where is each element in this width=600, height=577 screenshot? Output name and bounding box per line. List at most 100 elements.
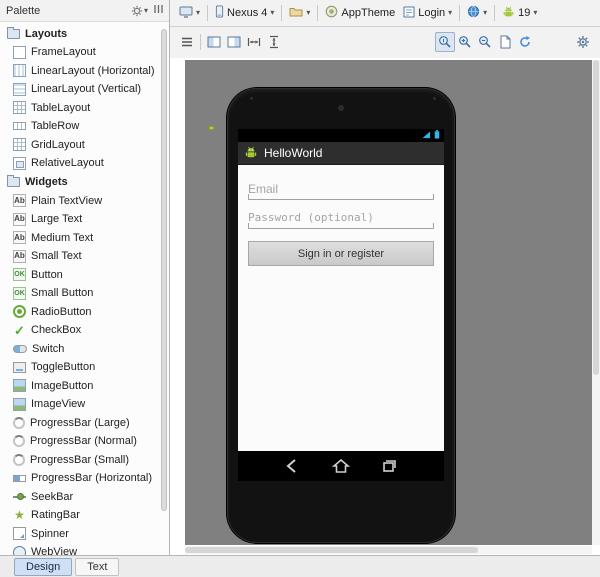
horizontal-scrollbar-thumb[interactable] [185,547,479,553]
palette-item-label: TableRow [31,120,80,133]
theme-selector-button[interactable]: AppTheme [321,3,399,23]
palette-item-label: FrameLayout [31,46,96,59]
palette-section-label: Widgets [25,176,68,188]
wifi-icon [422,130,431,142]
palette-item-small-text[interactable]: Small Text [0,247,161,266]
password-field[interactable]: Password (optional) [248,207,434,229]
palette-item-progressbar-small[interactable]: ProgressBar (Small) [0,451,161,470]
palette-scrollbar [161,24,168,553]
tab-design[interactable]: Design [14,557,73,576]
tablerow-icon [13,122,26,131]
palette-item-label: RadioButton [31,305,92,318]
palette-item-switch[interactable]: Switch [0,340,161,359]
button-icon [13,268,26,282]
palette-item-button[interactable]: Button [0,266,161,285]
zoom-out-icon[interactable] [475,32,495,52]
palette-item-label: Medium Text [31,231,94,244]
device-selector-button[interactable]: Nexus 4 ▾ [211,3,278,23]
palette-item-linearlayout-vertical[interactable]: LinearLayout (Vertical) [0,80,161,99]
palette-item-gridlayout[interactable]: GridLayout [0,136,161,155]
tab-text[interactable]: Text [75,557,120,576]
palette-item-label: Small Text [31,250,82,263]
palette-item-togglebutton[interactable]: ToggleButton [0,358,161,377]
device-config-button[interactable]: ▾ [175,4,204,23]
palette-item-label: ProgressBar (Large) [30,416,130,429]
device-config-icon [179,6,193,21]
checkbox-icon [13,324,26,337]
palette-item-imageview[interactable]: ImageView [0,395,161,414]
palette-item-linearlayout-horizontal[interactable]: LinearLayout (Horizontal) [0,62,161,81]
layout-lines-icon[interactable] [177,32,197,52]
palette-item-tablelayout[interactable]: TableLayout [0,99,161,118]
guide-marker [209,126,214,130]
device-frame: HelloWorld Email Password (optional) Sig… [227,88,455,543]
progressbar-horizontal-icon [13,474,26,482]
design-canvas[interactable]: HelloWorld Email Password (optional) Sig… [185,60,592,545]
hide-icon[interactable] [153,4,163,17]
relativelayout-icon [13,156,26,170]
api-level-button[interactable]: 19 ▾ [498,3,541,23]
palette-item-large-text[interactable]: Large Text [0,210,161,229]
theme-icon [325,5,338,21]
palette-item-label: Button [31,268,63,281]
palette-item-imagebutton[interactable]: ImageButton [0,377,161,396]
palette-item-tablerow[interactable]: TableRow [0,117,161,136]
designer-region: ▾ Nexus 4 ▾ ▾ AppTheme Login ▾ ▾ 19 ▾ He… [170,0,600,555]
linearlayout-vertical-icon [13,82,26,96]
medium-text-icon [13,231,26,245]
palette-item-medium-text[interactable]: Medium Text [0,229,161,248]
palette-item-checkbox[interactable]: CheckBox [0,321,161,340]
palette-panel: Palette ▾ Layouts FrameLayout LinearLayout… [0,0,170,555]
toolbar-separator [200,34,201,50]
palette-item-ratingbar[interactable]: RatingBar [0,506,161,525]
zoom-actual-icon[interactable] [435,32,456,52]
activity-selector-button[interactable]: Login ▾ [399,4,456,23]
palette-item-seekbar[interactable]: SeekBar [0,488,161,507]
progressbar-normal-icon [13,435,25,448]
spinner-icon [13,527,26,541]
palette-item-spinner[interactable]: Spinner [0,525,161,544]
pane-left-icon[interactable] [204,32,224,52]
signin-button[interactable]: Sign in or register [248,241,434,266]
palette-item-webview[interactable]: WebView [0,543,161,555]
zoom-fit-icon[interactable] [495,32,515,52]
palette-item-radiobutton[interactable]: RadioButton [0,303,161,322]
phone-icon [215,5,224,21]
palette-item-label: ImageButton [31,379,94,392]
zoom-in-icon[interactable] [455,32,475,52]
palette-item-progressbar-normal[interactable]: ProgressBar (Normal) [0,432,161,451]
palette-item-small-button[interactable]: Small Button [0,284,161,303]
webview-icon [13,545,26,555]
globe-icon [467,5,480,21]
device-screen[interactable]: HelloWorld Email Password (optional) Sig… [238,129,444,481]
palette-section-layouts[interactable]: Layouts [0,24,161,43]
palette-item-label: Switch [32,342,65,355]
palette-item-progressbar-large[interactable]: ProgressBar (Large) [0,414,161,433]
palette-item-label: Large Text [31,213,83,226]
palette-scrollbar-thumb[interactable] [161,29,167,511]
palette-item-label: GridLayout [31,138,85,151]
vertical-scrollbar-thumb[interactable] [593,60,599,376]
render-target-button[interactable]: ▾ [285,4,314,22]
refresh-icon[interactable] [515,32,535,52]
palette-item-progressbar-horizontal[interactable]: ProgressBar (Horizontal) [0,469,161,488]
palette-item-plain-textview[interactable]: Plain TextView [0,192,161,211]
height-resize-icon[interactable] [264,32,284,52]
folder-icon [7,26,20,39]
gear-icon[interactable]: ▾ [131,5,148,17]
width-resize-icon[interactable] [244,32,264,52]
palette-item-relativelayout[interactable]: RelativeLayout [0,154,161,173]
locale-selector-button[interactable]: ▾ [463,3,491,23]
palette-section-widgets[interactable]: Widgets [0,173,161,192]
recents-icon [380,458,398,474]
togglebutton-icon [13,361,26,373]
palette-item-framelayout[interactable]: FrameLayout [0,43,161,62]
status-bar [238,129,444,142]
settings-gear-icon[interactable] [573,32,593,52]
folder-icon [7,175,20,187]
imagebutton-icon [13,379,26,393]
email-field[interactable]: Email [248,178,434,200]
palette-item-label: WebView [31,546,78,555]
pane-right-icon[interactable] [224,32,244,52]
chevron-down-icon: ▾ [306,8,311,17]
